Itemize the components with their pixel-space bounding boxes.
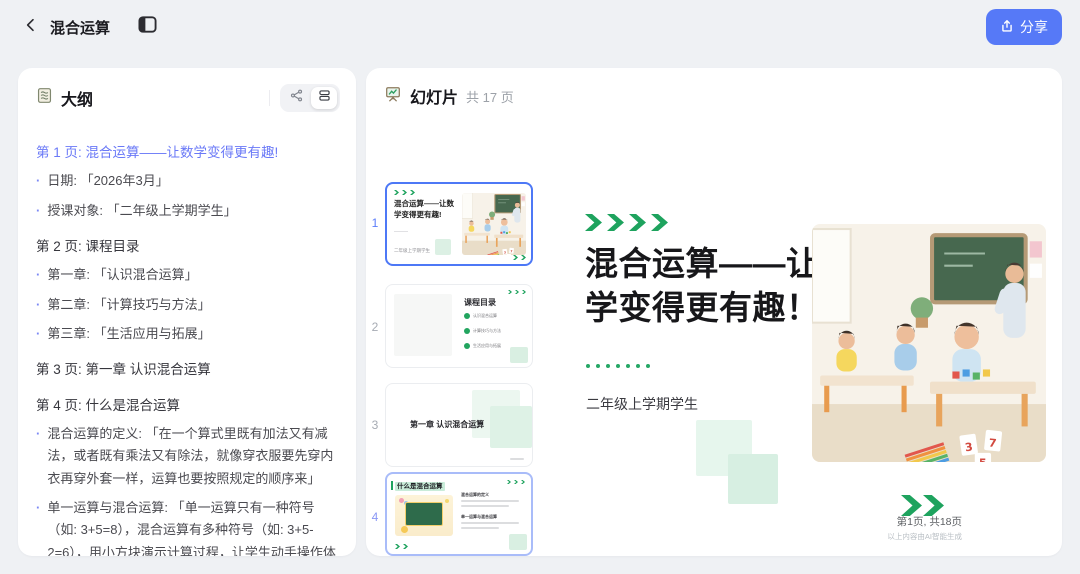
- outline-bullet-row[interactable]: ·单一运算与混合运算: 「单一运算只有一种符号（如: 3+5=8），混合运算有多…: [36, 497, 338, 556]
- outline-bullet-row[interactable]: ·第二章: 「计算技巧与方法」: [36, 294, 338, 316]
- share-icon: [1000, 19, 1014, 36]
- slides-count: 共 17 页: [466, 87, 514, 106]
- outline-page-row[interactable]: 第 1 页: 混合运算——让数学变得更有趣!: [36, 143, 338, 163]
- thumbnail-rail: 1 2 3 4 混合运算——让数学变得更有趣! 二年级上学期学生 课程目录 认识…: [366, 120, 544, 556]
- square-deco: [728, 454, 778, 504]
- chevron-deco-icon: [394, 190, 415, 195]
- blackboard-illustration: [395, 495, 453, 536]
- outline-bullet-row[interactable]: ·混合运算的定义: 「在一个算式里既有加法又有减法，或者既有乘法又有除法，就像穿…: [36, 423, 338, 490]
- slides-header: 幻灯片 共 17 页: [366, 68, 1062, 116]
- mindmap-view-button[interactable]: [283, 87, 309, 109]
- thumb-title: 课程目录: [464, 297, 496, 308]
- outline-page-row[interactable]: 第 2 页: 课程目录: [36, 237, 338, 257]
- share-button-label: 分享: [1020, 17, 1048, 37]
- chevron-deco-icon: [508, 290, 526, 294]
- outline-page-row[interactable]: 第 3 页: 第一章 认识混合运算: [36, 360, 338, 380]
- thumb-subtitle: 二年级上学期学生: [394, 248, 430, 254]
- list-view-icon: [318, 89, 331, 107]
- thumb-title: 什么是混合运算: [395, 480, 445, 490]
- panel-left-icon: [138, 16, 157, 38]
- slide-thumbnail-4[interactable]: 什么是混合运算 混合运算的定义 单一运算与混合运算: [385, 472, 533, 556]
- outline-panel: 大纲 第 1 页: 混合运算——让数学变得更有趣! ·日期: 「2026年3月」…: [18, 68, 356, 556]
- slide-footer: 第1页, 共18页 以上内容由AI智能生成: [887, 514, 962, 542]
- page-indicator: 第1页, 共18页: [887, 514, 962, 529]
- slide-thumbnail-2[interactable]: 课程目录 认识混合运算 计算技巧与方法 生活应用与拓展: [385, 284, 533, 368]
- dots-deco: [586, 364, 650, 368]
- chevron-deco-icon: [585, 214, 668, 231]
- outline-bullet-row[interactable]: ·日期: 「2026年3月」: [36, 170, 338, 192]
- slides-title: 幻灯片: [410, 84, 458, 108]
- image-placeholder: [394, 294, 452, 356]
- outline-list: 第 1 页: 混合运算——让数学变得更有趣! ·日期: 「2026年3月」 ·授…: [18, 120, 356, 556]
- chevron-deco-icon: [901, 495, 944, 516]
- thumb-number: 4: [368, 510, 382, 524]
- outline-view-switch: [280, 84, 340, 112]
- notebook-icon: [36, 87, 53, 109]
- classroom-photo-small: [462, 193, 526, 255]
- classroom-photo: [812, 224, 1046, 462]
- thumb-heading: 单一运算与混合运算: [461, 514, 497, 520]
- list-view-button[interactable]: [311, 87, 337, 109]
- thumb-heading: 混合运算的定义: [461, 492, 489, 498]
- share-button[interactable]: 分享: [986, 9, 1062, 45]
- divider: [269, 90, 270, 106]
- slides-panel: 幻灯片 共 17 页 1 2 3 4 混合运算——让数学变得更有趣! 二年级上学…: [366, 68, 1062, 556]
- thumb-number: 2: [368, 320, 382, 334]
- topbar: 混合运算 分享: [0, 0, 1080, 54]
- outline-page-row[interactable]: 第 4 页: 什么是混合运算: [36, 396, 338, 416]
- outline-bullet-row[interactable]: ·第三章: 「生活应用与拓展」: [36, 323, 338, 345]
- share-nodes-icon: [290, 89, 303, 107]
- chevron-deco-icon: [395, 544, 408, 549]
- easel-icon: [384, 85, 402, 108]
- outline-bullet-row[interactable]: ·第一章: 「认识混合运算」: [36, 264, 338, 286]
- outline-title: 大纲: [61, 86, 93, 110]
- back-button[interactable]: [18, 14, 44, 40]
- slide-subtitle: 二年级上学期学生: [586, 394, 698, 414]
- sidebar-toggle-button[interactable]: [134, 14, 160, 40]
- outline-header: 大纲: [18, 68, 356, 120]
- thumb-number: 1: [368, 216, 382, 230]
- chevron-deco-icon: [507, 480, 525, 484]
- slide-thumbnail-1[interactable]: 混合运算——让数学变得更有趣! 二年级上学期学生: [385, 182, 533, 266]
- thumb-number: 3: [368, 418, 382, 432]
- back-icon: [23, 17, 39, 38]
- document-title: 混合运算: [50, 17, 110, 38]
- thumb-title: 混合运算——让数学变得更有趣!: [394, 199, 468, 221]
- slide-preview-canvas[interactable]: 混合运算——让数学变得更有趣！ 二年级上学期学生 第1页, 共18页 以上内容由…: [544, 120, 1062, 556]
- chevron-deco-icon: [513, 255, 526, 260]
- ai-watermark: 以上内容由AI智能生成: [887, 531, 962, 542]
- thumb-title: 第一章 认识混合运算: [410, 419, 484, 430]
- slide-thumbnail-3[interactable]: 第一章 认识混合运算: [385, 383, 533, 467]
- outline-bullet-row[interactable]: ·授课对象: 「二年级上学期学生」: [36, 200, 338, 222]
